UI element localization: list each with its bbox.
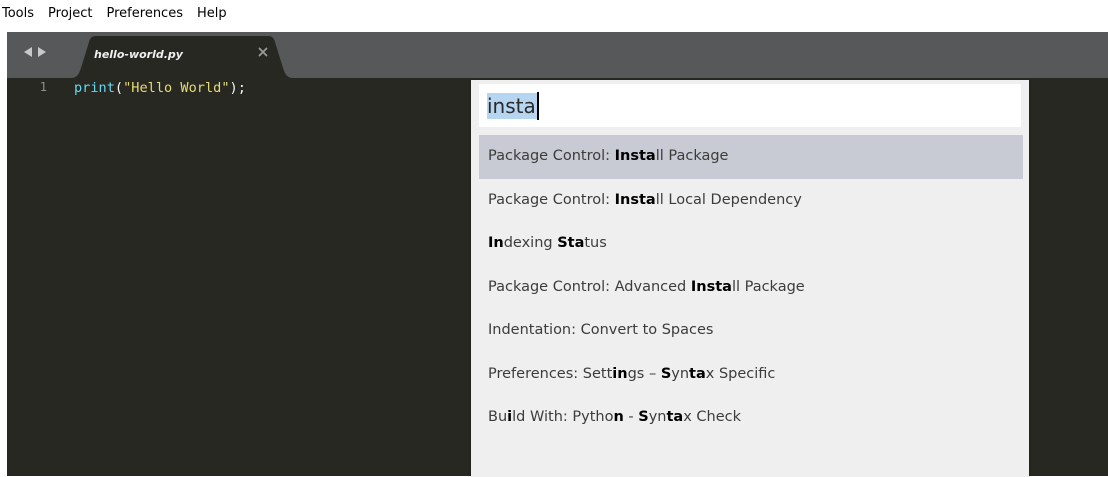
item-text: Package Control: bbox=[488, 148, 615, 164]
tab-navigation bbox=[24, 44, 46, 60]
match-highlight: in bbox=[612, 365, 628, 382]
menu-tools[interactable]: Tools bbox=[0, 0, 41, 28]
match-highlight: In bbox=[488, 235, 504, 251]
item-text: dexing bbox=[503, 235, 558, 251]
code-token-string: "Hello World" bbox=[123, 80, 230, 96]
match-highlight: S bbox=[660, 365, 672, 382]
command-palette-item[interactable]: Indentation: Convert to Spaces bbox=[479, 309, 1023, 353]
menu-project[interactable]: Project bbox=[41, 0, 99, 28]
tab-hello-world[interactable]: hello-world.py bbox=[71, 36, 293, 78]
item-text: x Specific bbox=[705, 365, 776, 382]
item-text: gs – bbox=[627, 365, 661, 382]
match-highlight: Insta bbox=[614, 148, 656, 164]
item-text: Preferences: Sett bbox=[488, 365, 613, 382]
match-highlight: S bbox=[638, 409, 649, 425]
command-palette-item[interactable]: Package Control: Advanced Install Packag… bbox=[479, 266, 1023, 310]
command-palette-input-wrap bbox=[479, 84, 1021, 127]
menu-preferences[interactable]: Preferences bbox=[100, 0, 190, 28]
match-highlight: ta bbox=[689, 365, 706, 382]
item-text: ld With: Pytho bbox=[512, 409, 614, 425]
match-highlight: Insta bbox=[614, 191, 656, 208]
right-arrow-icon[interactable] bbox=[38, 47, 46, 57]
menubar: Tools Project Preferences Help bbox=[0, 0, 1108, 28]
command-palette-item[interactable]: Package Control: Install Local Dependenc… bbox=[479, 179, 1023, 223]
command-palette: Package Control: Install PackagePackage … bbox=[471, 80, 1029, 477]
left-arrow-icon[interactable] bbox=[24, 47, 32, 57]
item-text: x Check bbox=[683, 409, 741, 425]
command-palette-results: Package Control: Install Package Package … bbox=[479, 135, 1023, 440]
code-token-paren: ( bbox=[114, 80, 124, 96]
line-number: 1 bbox=[39, 80, 47, 94]
item-text: yn bbox=[648, 409, 667, 425]
command-palette-item[interactable]: Preferences: Settings – Syntax Specific bbox=[479, 353, 1023, 397]
item-text: tus bbox=[584, 235, 607, 251]
match-highlight: Sta bbox=[557, 235, 585, 251]
editor-window: hello-world.py 1 print("Hello World"); P… bbox=[7, 32, 1108, 477]
item-text: - bbox=[623, 409, 639, 425]
item-text: yn bbox=[671, 365, 690, 382]
command-palette-item[interactable]: Indexing Status bbox=[479, 222, 1023, 266]
code-token-function: print bbox=[74, 80, 115, 96]
item-text: ll Local Dependency bbox=[655, 191, 802, 208]
code-token-end: ); bbox=[229, 80, 246, 96]
item-text: Package Control: bbox=[488, 191, 615, 208]
item-text: Bu bbox=[488, 409, 508, 425]
command-palette-item[interactable]: Build With: Python - Syntax Check bbox=[479, 396, 1023, 440]
tab-label: hello-world.py bbox=[94, 48, 183, 61]
item-text: Package Control: Advanced bbox=[488, 278, 691, 295]
code-line[interactable]: print("Hello World"); bbox=[74, 80, 246, 96]
command-palette-item[interactable]: Package Control: Install Package bbox=[479, 135, 1023, 179]
tab-bar: hello-world.py bbox=[7, 32, 1108, 78]
match-highlight: ta bbox=[666, 409, 684, 425]
match-highlight: n bbox=[613, 409, 624, 425]
gutter bbox=[7, 78, 57, 476]
match-highlight: Insta bbox=[690, 278, 732, 295]
menu-help[interactable]: Help bbox=[190, 0, 234, 28]
item-text: ll Package bbox=[731, 278, 805, 295]
close-icon[interactable] bbox=[256, 45, 270, 59]
item-text: Indentation: Convert to Spaces bbox=[488, 322, 714, 338]
command-palette-input[interactable] bbox=[479, 84, 1021, 127]
item-text: ll Package bbox=[655, 148, 729, 164]
